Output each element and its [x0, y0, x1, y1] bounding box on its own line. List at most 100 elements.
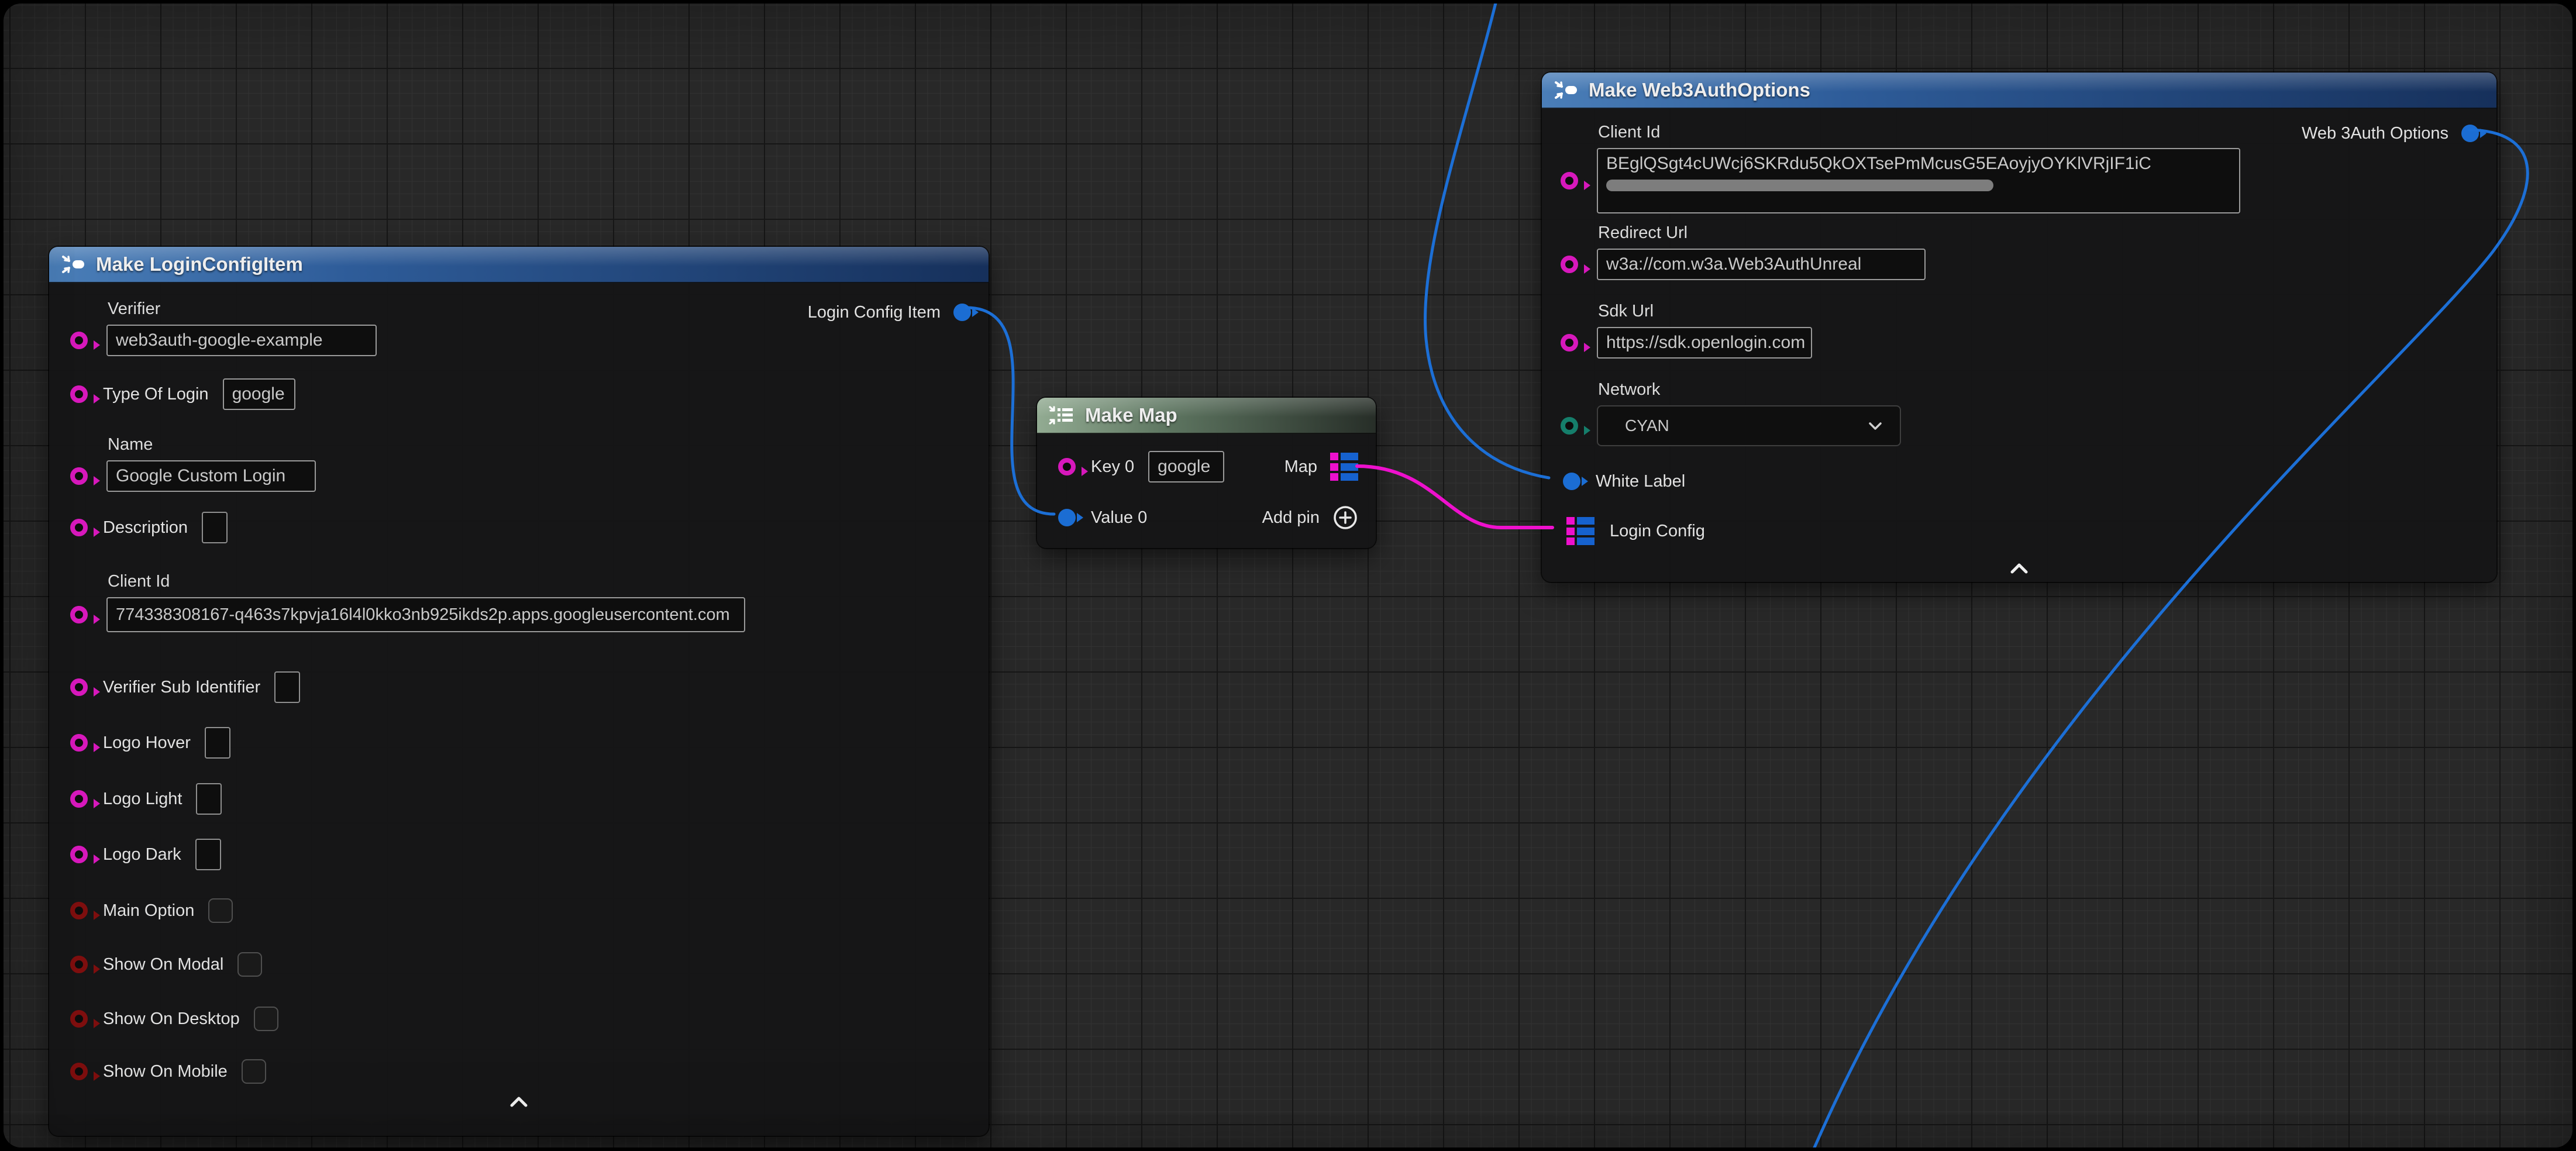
verifier-field[interactable]: web3auth-google-example	[106, 325, 377, 356]
input-pin-show-on-mobile[interactable]	[70, 1063, 88, 1080]
input-pin-show-on-desktop[interactable]	[70, 1010, 88, 1028]
wire-offscreen-to-white-label[interactable]	[1425, 4, 1549, 478]
input-pin-type-of-login[interactable]	[70, 385, 88, 403]
input-pin-client-id[interactable]	[1561, 172, 1578, 189]
node-header-make-web3authoptions[interactable]: Make Web3AuthOptions	[1542, 73, 2496, 109]
input-pin-logo-hover[interactable]	[70, 734, 88, 752]
input-pin-network[interactable]	[1561, 417, 1578, 435]
logo-hover-field[interactable]	[205, 727, 230, 759]
white-label-label: White Label	[1596, 472, 1685, 491]
input-pin-logo-dark[interactable]	[70, 846, 88, 863]
logo-hover-row: Logo Hover	[49, 728, 230, 758]
client-id-scrollbar[interactable]	[1606, 180, 1993, 191]
show-on-modal-row: Show On Modal	[49, 949, 262, 980]
show-on-desktop-checkbox[interactable]	[254, 1007, 278, 1031]
input-pin-key0[interactable]	[1058, 458, 1076, 475]
input-pin-client-id[interactable]	[70, 606, 88, 623]
verifier-sub-identifier-label: Verifier Sub Identifier	[103, 678, 260, 697]
input-pin-login-config[interactable]	[1566, 517, 1594, 545]
client-id-field[interactable]: 774338308167-q463s7kpvja16l4l0kko3nb925i…	[106, 597, 745, 632]
input-pin-white-label[interactable]	[1563, 473, 1580, 490]
show-on-mobile-checkbox[interactable]	[242, 1059, 266, 1084]
make-map-icon	[1048, 402, 1075, 428]
client-id-group: Client Id BEglQSgt4cUWcj6SKRdu5QkOXTsePm…	[1561, 123, 2240, 213]
input-pin-description[interactable]	[70, 519, 88, 536]
collapse-node-chevron-icon[interactable]	[507, 1095, 531, 1109]
network-label: Network	[1598, 380, 1901, 399]
redirect-url-label: Redirect Url	[1598, 223, 1926, 243]
input-pin-main-option[interactable]	[70, 902, 88, 919]
node-make-map[interactable]: Make Map Key 0 google Map Value 0 Add pi…	[1037, 398, 1376, 548]
description-label: Description	[103, 518, 188, 537]
redirect-url-field[interactable]: w3a://com.w3a.Web3AuthUnreal	[1597, 249, 1926, 280]
show-on-modal-label: Show On Modal	[103, 955, 223, 974]
input-pin-name[interactable]	[70, 467, 88, 485]
show-on-desktop-label: Show On Desktop	[103, 1009, 240, 1029]
map-output-pin[interactable]	[1330, 453, 1358, 481]
verifier-group: Verifier web3auth-google-example	[70, 299, 377, 356]
output-pin-label: Login Config Item	[808, 303, 941, 322]
collapse-node-chevron-icon[interactable]	[2007, 561, 2031, 576]
description-field[interactable]	[202, 512, 228, 543]
node-title: Make Web3AuthOptions	[1589, 79, 1810, 101]
logo-hover-label: Logo Hover	[103, 733, 191, 753]
sdk-url-field[interactable]: https://sdk.openlogin.com	[1597, 327, 1812, 359]
key0-field[interactable]: google	[1148, 451, 1224, 483]
type-of-login-row: Type Of Login google	[49, 379, 295, 409]
login-config-label: Login Config	[1610, 522, 1705, 541]
output-pin-web3auth-options[interactable]	[2461, 125, 2479, 142]
network-dropdown[interactable]: CYAN	[1597, 405, 1901, 446]
node-make-loginconfigitem[interactable]: Make LoginConfigItem Login Config Item V…	[49, 247, 989, 1136]
map-output-row: Map	[1284, 452, 1376, 482]
client-id-group: Client Id 774338308167-q463s7kpvja16l4l0…	[70, 572, 745, 632]
network-group: Network CYAN	[1561, 380, 1901, 446]
verifier-sub-identifier-row: Verifier Sub Identifier	[49, 672, 300, 702]
node-header-make-map[interactable]: Make Map	[1037, 398, 1376, 434]
input-pin-value0[interactable]	[1058, 509, 1076, 526]
logo-dark-row: Logo Dark	[49, 839, 221, 870]
input-pin-show-on-modal[interactable]	[70, 956, 88, 973]
type-of-login-field[interactable]: google	[223, 378, 295, 410]
white-label-row: White Label	[1542, 466, 1685, 497]
input-pin-verifier[interactable]	[70, 332, 88, 349]
make-struct-icon	[1552, 77, 1578, 103]
client-id-field[interactable]: BEglQSgt4cUWcj6SKRdu5QkOXTsePmMcusG5EAoy…	[1597, 148, 2240, 213]
chevron-down-icon	[1867, 421, 1883, 432]
client-id-label: Client Id	[108, 572, 745, 591]
verifier-label: Verifier	[108, 299, 377, 319]
show-on-mobile-row: Show On Mobile	[49, 1056, 266, 1087]
logo-dark-field[interactable]	[195, 839, 221, 870]
name-field[interactable]: Google Custom Login	[106, 460, 316, 492]
add-pin-icon[interactable]	[1332, 505, 1358, 530]
show-on-desktop-row: Show On Desktop	[49, 1004, 278, 1034]
main-option-checkbox[interactable]	[208, 898, 233, 923]
input-pin-redirect-url[interactable]	[1561, 256, 1578, 273]
value0-label: Value 0	[1091, 508, 1147, 528]
wire-map-to-login-config[interactable]	[1357, 466, 1552, 528]
logo-light-row: Logo Light	[49, 784, 222, 814]
sdk-url-group: Sdk Url https://sdk.openlogin.com	[1561, 302, 1812, 359]
show-on-modal-checkbox[interactable]	[237, 952, 262, 977]
node-make-web3authoptions[interactable]: Make Web3AuthOptions Web 3Auth Options C…	[1542, 73, 2496, 582]
input-pin-logo-light[interactable]	[70, 790, 88, 808]
node-title: Make LoginConfigItem	[96, 253, 303, 275]
add-pin-label: Add pin	[1262, 508, 1320, 528]
map-output-label: Map	[1284, 457, 1317, 477]
add-pin-row[interactable]: Add pin	[1262, 502, 1376, 533]
input-pin-verifier-sub-identifier[interactable]	[70, 678, 88, 696]
output-pin-login-config-item[interactable]	[953, 304, 971, 321]
blueprint-graph-canvas[interactable]: Make LoginConfigItem Login Config Item V…	[4, 4, 2572, 1147]
value0-row: Value 0	[1037, 502, 1147, 533]
logo-light-field[interactable]	[196, 783, 222, 815]
sdk-url-label: Sdk Url	[1598, 302, 1812, 321]
key0-row: Key 0 google	[1037, 452, 1224, 482]
output-pin-label: Web 3Auth Options	[2302, 124, 2448, 143]
verifier-sub-identifier-field[interactable]	[274, 671, 300, 703]
node-header-make-loginconfigitem[interactable]: Make LoginConfigItem	[49, 247, 989, 283]
description-row: Description	[49, 512, 228, 543]
input-pin-sdk-url[interactable]	[1561, 334, 1578, 351]
make-struct-icon	[60, 251, 85, 277]
output-row-login-config-item: Login Config Item	[808, 297, 989, 328]
client-id-text: BEglQSgt4cUWcj6SKRdu5QkOXTsePmMcusG5EAoy…	[1606, 154, 2231, 174]
client-id-label: Client Id	[1598, 123, 2240, 142]
